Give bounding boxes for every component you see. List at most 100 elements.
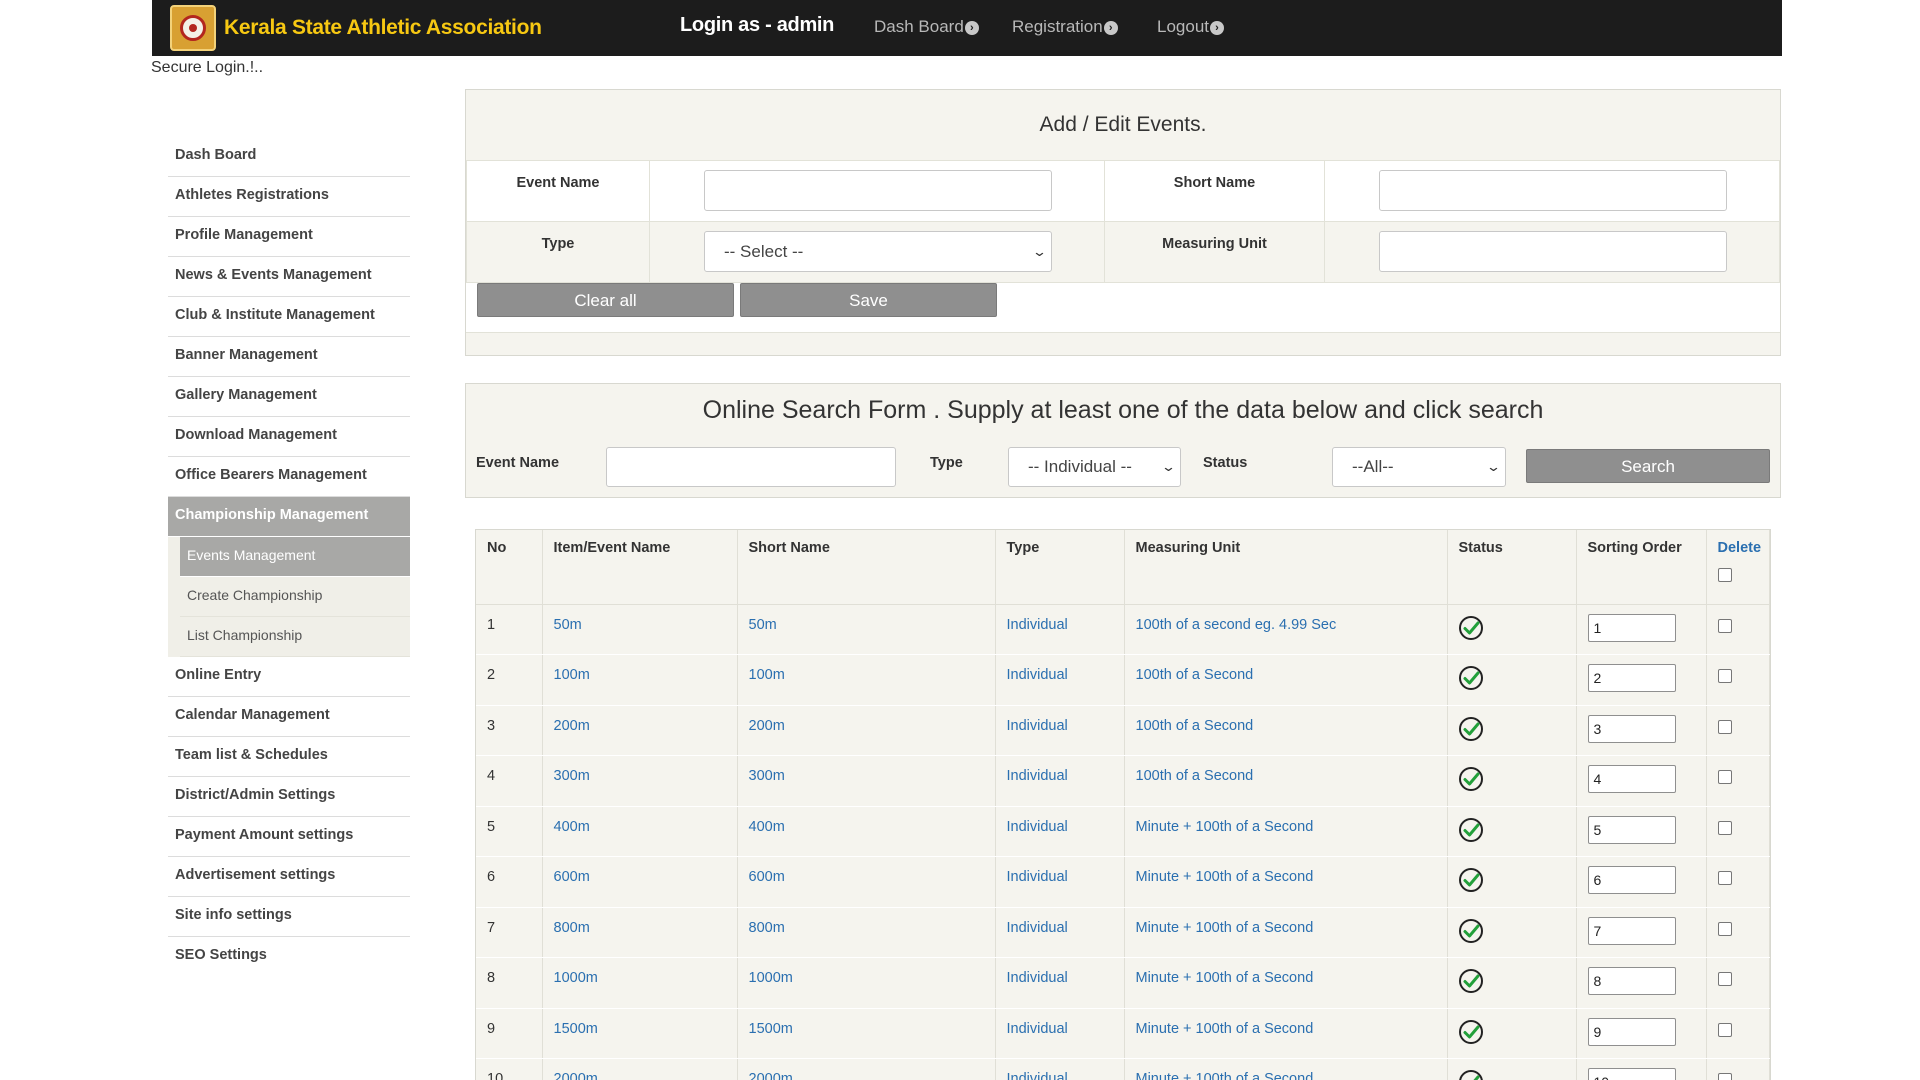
sidebar-item-calendar[interactable]: Calendar Management (168, 697, 410, 737)
save-button[interactable]: Save (740, 283, 997, 317)
event-name-link[interactable]: 100m (542, 654, 738, 706)
sorting-order-input[interactable]: 10 (1587, 1068, 1676, 1080)
sidebar-item-banner[interactable]: Banner Management (168, 337, 410, 377)
measuring-unit-link[interactable]: Minute + 100th of a Second (1124, 957, 1448, 1009)
sorting-order-input[interactable]: 3 (1587, 714, 1676, 743)
delete-checkbox[interactable] (1717, 1022, 1732, 1037)
measuring-unit-input[interactable] (1379, 231, 1727, 272)
delete-checkbox[interactable] (1717, 921, 1732, 936)
event-name-link[interactable]: 1000m (542, 957, 738, 1009)
short-name-link[interactable]: 1000m (737, 957, 996, 1009)
measuring-unit-link[interactable]: Minute + 100th of a Second (1124, 856, 1448, 908)
sorting-order-input[interactable]: 9 (1587, 1017, 1676, 1046)
delete-header-label[interactable]: Delete (1718, 540, 1762, 556)
event-name-link[interactable]: 600m (542, 856, 738, 908)
delete-checkbox[interactable] (1717, 972, 1732, 986)
type-link[interactable]: Individual (995, 806, 1125, 857)
short-name-link[interactable]: 300m (737, 755, 996, 807)
sidebar-item-district-admin[interactable]: District/Admin Settings (168, 777, 410, 817)
delete-checkbox[interactable] (1717, 770, 1732, 784)
event-name-link[interactable]: 50m (542, 604, 738, 655)
measuring-unit-link[interactable]: 100th of a Second (1124, 654, 1448, 706)
brand-title[interactable]: Kerala State Athletic Association (224, 16, 542, 40)
nav-dashboard[interactable]: Dash Board › (874, 17, 979, 37)
short-name-input[interactable] (1379, 170, 1727, 211)
sidebar-subitem-list-championship[interactable]: List Championship (180, 617, 410, 657)
short-name-link[interactable]: 100m (737, 654, 996, 706)
sidebar-item-online-entry[interactable]: Online Entry (168, 657, 410, 697)
clear-all-button[interactable]: Clear all (477, 283, 734, 317)
sidebar-item-club-institute[interactable]: Club & Institute Management (168, 297, 410, 337)
type-link[interactable]: Individual (995, 1058, 1125, 1080)
type-link[interactable]: Individual (995, 907, 1125, 958)
event-name-input[interactable] (704, 170, 1052, 211)
measuring-unit-link[interactable]: 100th of a Second (1124, 705, 1448, 756)
type-link[interactable]: Individual (995, 705, 1125, 756)
sidebar-item-office-bearers[interactable]: Office Bearers Management (168, 457, 410, 497)
short-name-link[interactable]: 400m (737, 806, 996, 857)
type-link[interactable]: Individual (995, 654, 1125, 706)
type-link[interactable]: Individual (995, 957, 1125, 1009)
sidebar-subitem-events-management[interactable]: Events Management (180, 537, 410, 577)
event-name-link[interactable]: 800m (542, 907, 738, 958)
measuring-unit-link[interactable]: Minute + 100th of a Second (1124, 806, 1448, 857)
sorting-order-input[interactable]: 8 (1587, 967, 1676, 995)
delete-checkbox[interactable] (1717, 1073, 1732, 1080)
measuring-unit-link[interactable]: Minute + 100th of a Second (1124, 907, 1448, 958)
short-name-link[interactable]: 50m (737, 604, 996, 655)
sidebar-item-news-events[interactable]: News & Events Management (168, 257, 410, 297)
sorting-order-input[interactable]: 7 (1587, 916, 1676, 945)
type-link[interactable]: Individual (995, 1008, 1125, 1059)
search-event-name-input[interactable] (606, 447, 896, 487)
active-check-icon[interactable] (1458, 665, 1484, 691)
event-name-link[interactable]: 2000m (542, 1058, 738, 1080)
sidebar-item-dashboard[interactable]: Dash Board (168, 137, 410, 177)
sorting-order-input[interactable]: 2 (1587, 664, 1676, 692)
association-logo[interactable] (170, 5, 216, 51)
sidebar-item-payment-amount[interactable]: Payment Amount settings (168, 817, 410, 857)
sidebar-item-seo[interactable]: SEO Settings (168, 937, 410, 977)
select-all-checkbox[interactable] (1717, 568, 1732, 582)
active-check-icon[interactable] (1458, 817, 1484, 843)
nav-logout[interactable]: Logout › (1157, 17, 1224, 37)
delete-checkbox[interactable] (1717, 820, 1732, 835)
sidebar-item-athletes-registrations[interactable]: Athletes Registrations (168, 177, 410, 217)
active-check-icon[interactable] (1458, 615, 1484, 641)
event-name-link[interactable]: 1500m (542, 1008, 738, 1059)
short-name-link[interactable]: 200m (737, 705, 996, 756)
sorting-order-input[interactable]: 4 (1587, 765, 1676, 793)
active-check-icon[interactable] (1458, 867, 1484, 893)
active-check-icon[interactable] (1458, 918, 1484, 944)
type-link[interactable]: Individual (995, 856, 1125, 908)
event-name-link[interactable]: 200m (542, 705, 738, 756)
short-name-link[interactable]: 600m (737, 856, 996, 908)
short-name-link[interactable]: 800m (737, 907, 996, 958)
sidebar-item-team-list[interactable]: Team list & Schedules (168, 737, 410, 777)
sorting-order-input[interactable]: 6 (1587, 866, 1676, 894)
sidebar-item-profile-management[interactable]: Profile Management (168, 217, 410, 257)
sidebar-subitem-create-championship[interactable]: Create Championship (180, 577, 410, 617)
sorting-order-input[interactable]: 5 (1587, 815, 1676, 844)
active-check-icon[interactable] (1458, 766, 1484, 792)
short-name-link[interactable]: 1500m (737, 1008, 996, 1059)
measuring-unit-link[interactable]: 100th of a Second (1124, 755, 1448, 807)
sorting-order-input[interactable]: 1 (1587, 613, 1676, 642)
search-type-select[interactable]: -- Individual -- ⌄ (1008, 447, 1181, 487)
type-link[interactable]: Individual (995, 604, 1125, 655)
search-button[interactable]: Search (1526, 449, 1770, 483)
event-name-link[interactable]: 400m (542, 806, 738, 857)
measuring-unit-link[interactable]: Minute + 100th of a Second (1124, 1058, 1448, 1080)
search-status-select[interactable]: --All-- ⌄ (1332, 447, 1506, 487)
type-link[interactable]: Individual (995, 755, 1125, 807)
active-check-icon[interactable] (1458, 1019, 1484, 1045)
active-check-icon[interactable] (1458, 968, 1484, 994)
nav-registration[interactable]: Registration › (1012, 17, 1118, 37)
active-check-icon[interactable] (1458, 716, 1484, 742)
measuring-unit-link[interactable]: 100th of a second eg. 4.99 Sec (1124, 604, 1448, 655)
sidebar-item-download[interactable]: Download Management (168, 417, 410, 457)
sidebar-item-championship[interactable]: Championship Management (168, 497, 410, 537)
sidebar-item-advertisement[interactable]: Advertisement settings (168, 857, 410, 897)
short-name-link[interactable]: 2000m (737, 1058, 996, 1080)
active-check-icon[interactable] (1458, 1069, 1484, 1080)
delete-checkbox[interactable] (1717, 871, 1732, 885)
